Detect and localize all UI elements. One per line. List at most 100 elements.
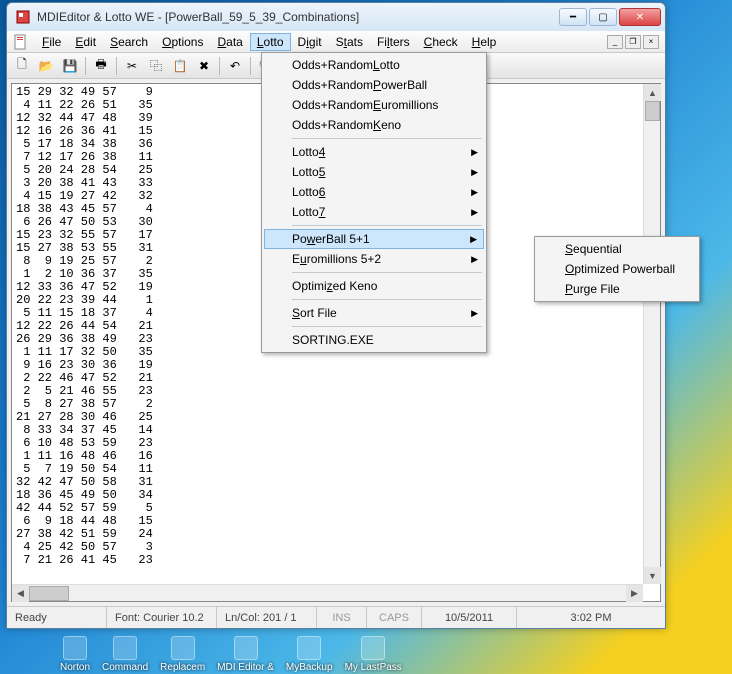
mdi-restore-button[interactable]: ❐ [625,35,641,49]
taskbar-app-icon [361,636,385,660]
toolbar-separator [250,57,251,75]
menu-separator [292,326,482,327]
menu-item-lotto-7[interactable]: Lotto 7▶ [264,202,484,222]
menu-filters[interactable]: Filters [370,33,417,51]
menu-item-odds-random-keno[interactable]: Odds+Random Keno [264,115,484,135]
menu-item-sort-file[interactable]: Sort File▶ [264,303,484,323]
horizontal-scrollbar[interactable]: ◀ ▶ [12,584,643,601]
menu-item-powerball-5-1[interactable]: PowerBall 5+1▶ [264,229,484,249]
submenu-item-sequential[interactable]: Sequential [537,239,697,259]
open-icon[interactable]: 📂 [35,56,57,76]
taskbar-item-mybackup[interactable]: MyBackup [286,636,333,673]
taskbar-app-icon [171,636,195,660]
paste-icon[interactable]: 📋 [169,56,191,76]
submenu-arrow-icon: ▶ [471,254,478,265]
print-icon[interactable]: 🖶 [90,56,112,76]
submenu-arrow-icon: ▶ [471,308,478,319]
lotto-menu: Odds+Random LottoOdds+Random PowerBallOd… [261,52,487,353]
status-font: Font: Courier 10.2 [107,607,217,628]
menu-search[interactable]: Search [103,33,155,51]
menu-separator [292,272,482,273]
menu-edit[interactable]: Edit [68,33,103,51]
taskbar-item-replacem[interactable]: Replacem [160,636,205,673]
maximize-button[interactable]: ▢ [589,8,617,26]
menu-separator [292,138,482,139]
menu-item-odds-random-powerball[interactable]: Odds+Random PowerBall [264,75,484,95]
titlebar[interactable]: MDIEditor & Lotto WE - [PowerBall_59_5_3… [7,3,665,31]
menu-check[interactable]: Check [417,33,465,51]
statusbar: Ready Font: Courier 10.2 Ln/Col: 201 / 1… [7,606,665,628]
submenu-arrow-icon: ▶ [470,234,477,245]
menu-lotto[interactable]: Lotto [250,33,291,51]
toolbar-separator [85,57,86,75]
menu-item-lotto-6[interactable]: Lotto 6▶ [264,182,484,202]
window-title: MDIEditor & Lotto WE - [PowerBall_59_5_3… [35,10,559,24]
menu-options[interactable]: Options [155,33,210,51]
menubar: FileEditSearchOptionsDataLottoDigitStats… [7,31,665,53]
vertical-scrollbar[interactable]: ▲ ▼ [643,84,660,584]
submenu-item-optimized-powerball[interactable]: Optimized Powerball [537,259,697,279]
status-ins: INS [317,607,367,628]
menu-item-lotto-4[interactable]: Lotto 4▶ [264,142,484,162]
taskbar-label: Norton [60,662,90,673]
taskbar-item-command[interactable]: Command [102,636,148,673]
scroll-down-icon[interactable]: ▼ [644,567,661,584]
menu-data[interactable]: Data [210,33,249,51]
submenu-item-purge-file[interactable]: Purge File [537,279,697,299]
close-button[interactable]: ✕ [619,8,661,26]
menu-item-lotto-5[interactable]: Lotto 5▶ [264,162,484,182]
toolbar-separator [219,57,220,75]
status-lncol: Ln/Col: 201 / 1 [217,607,317,628]
cut-icon[interactable]: ✂ [121,56,143,76]
menu-item-optimized-keno[interactable]: Optimized Keno [264,276,484,296]
menu-digit[interactable]: Digit [291,33,329,51]
submenu-arrow-icon: ▶ [471,147,478,158]
taskbar-app-icon [63,636,87,660]
delete-icon[interactable]: ✖ [193,56,215,76]
menu-item-odds-random-lotto[interactable]: Odds+Random Lotto [264,55,484,75]
taskbar-app-icon [234,636,258,660]
powerball-submenu: SequentialOptimized PowerballPurge File [534,236,700,302]
taskbar-label: MyBackup [286,662,333,673]
mdi-minimize-button[interactable]: _ [607,35,623,49]
status-date: 10/5/2011 [422,607,517,628]
scroll-left-icon[interactable]: ◀ [12,585,29,602]
menu-file[interactable]: File [35,33,68,51]
minimize-button[interactable]: ━ [559,8,587,26]
taskbar-app-icon [113,636,137,660]
horizontal-scroll-thumb[interactable] [29,586,69,601]
taskbar-item-mdi-editor-[interactable]: MDI Editor & [217,636,274,673]
taskbar-label: Replacem [160,662,205,673]
menu-stats[interactable]: Stats [329,33,370,51]
save-icon[interactable]: 💾 [59,56,81,76]
menu-separator [292,225,482,226]
taskbar-label: My LastPass [345,662,402,673]
menu-item-odds-random-euromillions[interactable]: Odds+Random Euromillions [264,95,484,115]
taskbar: Norton Command Replacem MDI Editor & MyBacku… [0,634,732,674]
taskbar-label: Command [102,662,148,673]
toolbar-separator [116,57,117,75]
submenu-arrow-icon: ▶ [471,187,478,198]
menu-separator [292,299,482,300]
status-caps: CAPS [367,607,422,628]
submenu-arrow-icon: ▶ [471,167,478,178]
app-icon [15,9,31,25]
undo-icon[interactable]: ↶ [224,56,246,76]
taskbar-app-icon [297,636,321,660]
copy-icon[interactable]: ⿻ [145,56,167,76]
menu-item-sorting-exe[interactable]: SORTING.EXE [264,330,484,350]
menu-item-euromillions-5-2[interactable]: Euromillions 5+2▶ [264,249,484,269]
submenu-arrow-icon: ▶ [471,207,478,218]
vertical-scroll-thumb[interactable] [645,101,660,121]
scroll-up-icon[interactable]: ▲ [644,84,661,101]
mdi-close-button[interactable]: × [643,35,659,49]
document-icon [13,34,29,50]
taskbar-item-my-lastpass[interactable]: My LastPass [345,636,402,673]
status-time: 3:02 PM [517,607,665,628]
menu-help[interactable]: Help [465,33,504,51]
scroll-right-icon[interactable]: ▶ [626,585,643,602]
status-ready: Ready [7,607,107,628]
new-icon[interactable]: 🗋 [11,56,33,76]
taskbar-label: MDI Editor & [217,662,274,673]
taskbar-item-norton[interactable]: Norton [60,636,90,673]
